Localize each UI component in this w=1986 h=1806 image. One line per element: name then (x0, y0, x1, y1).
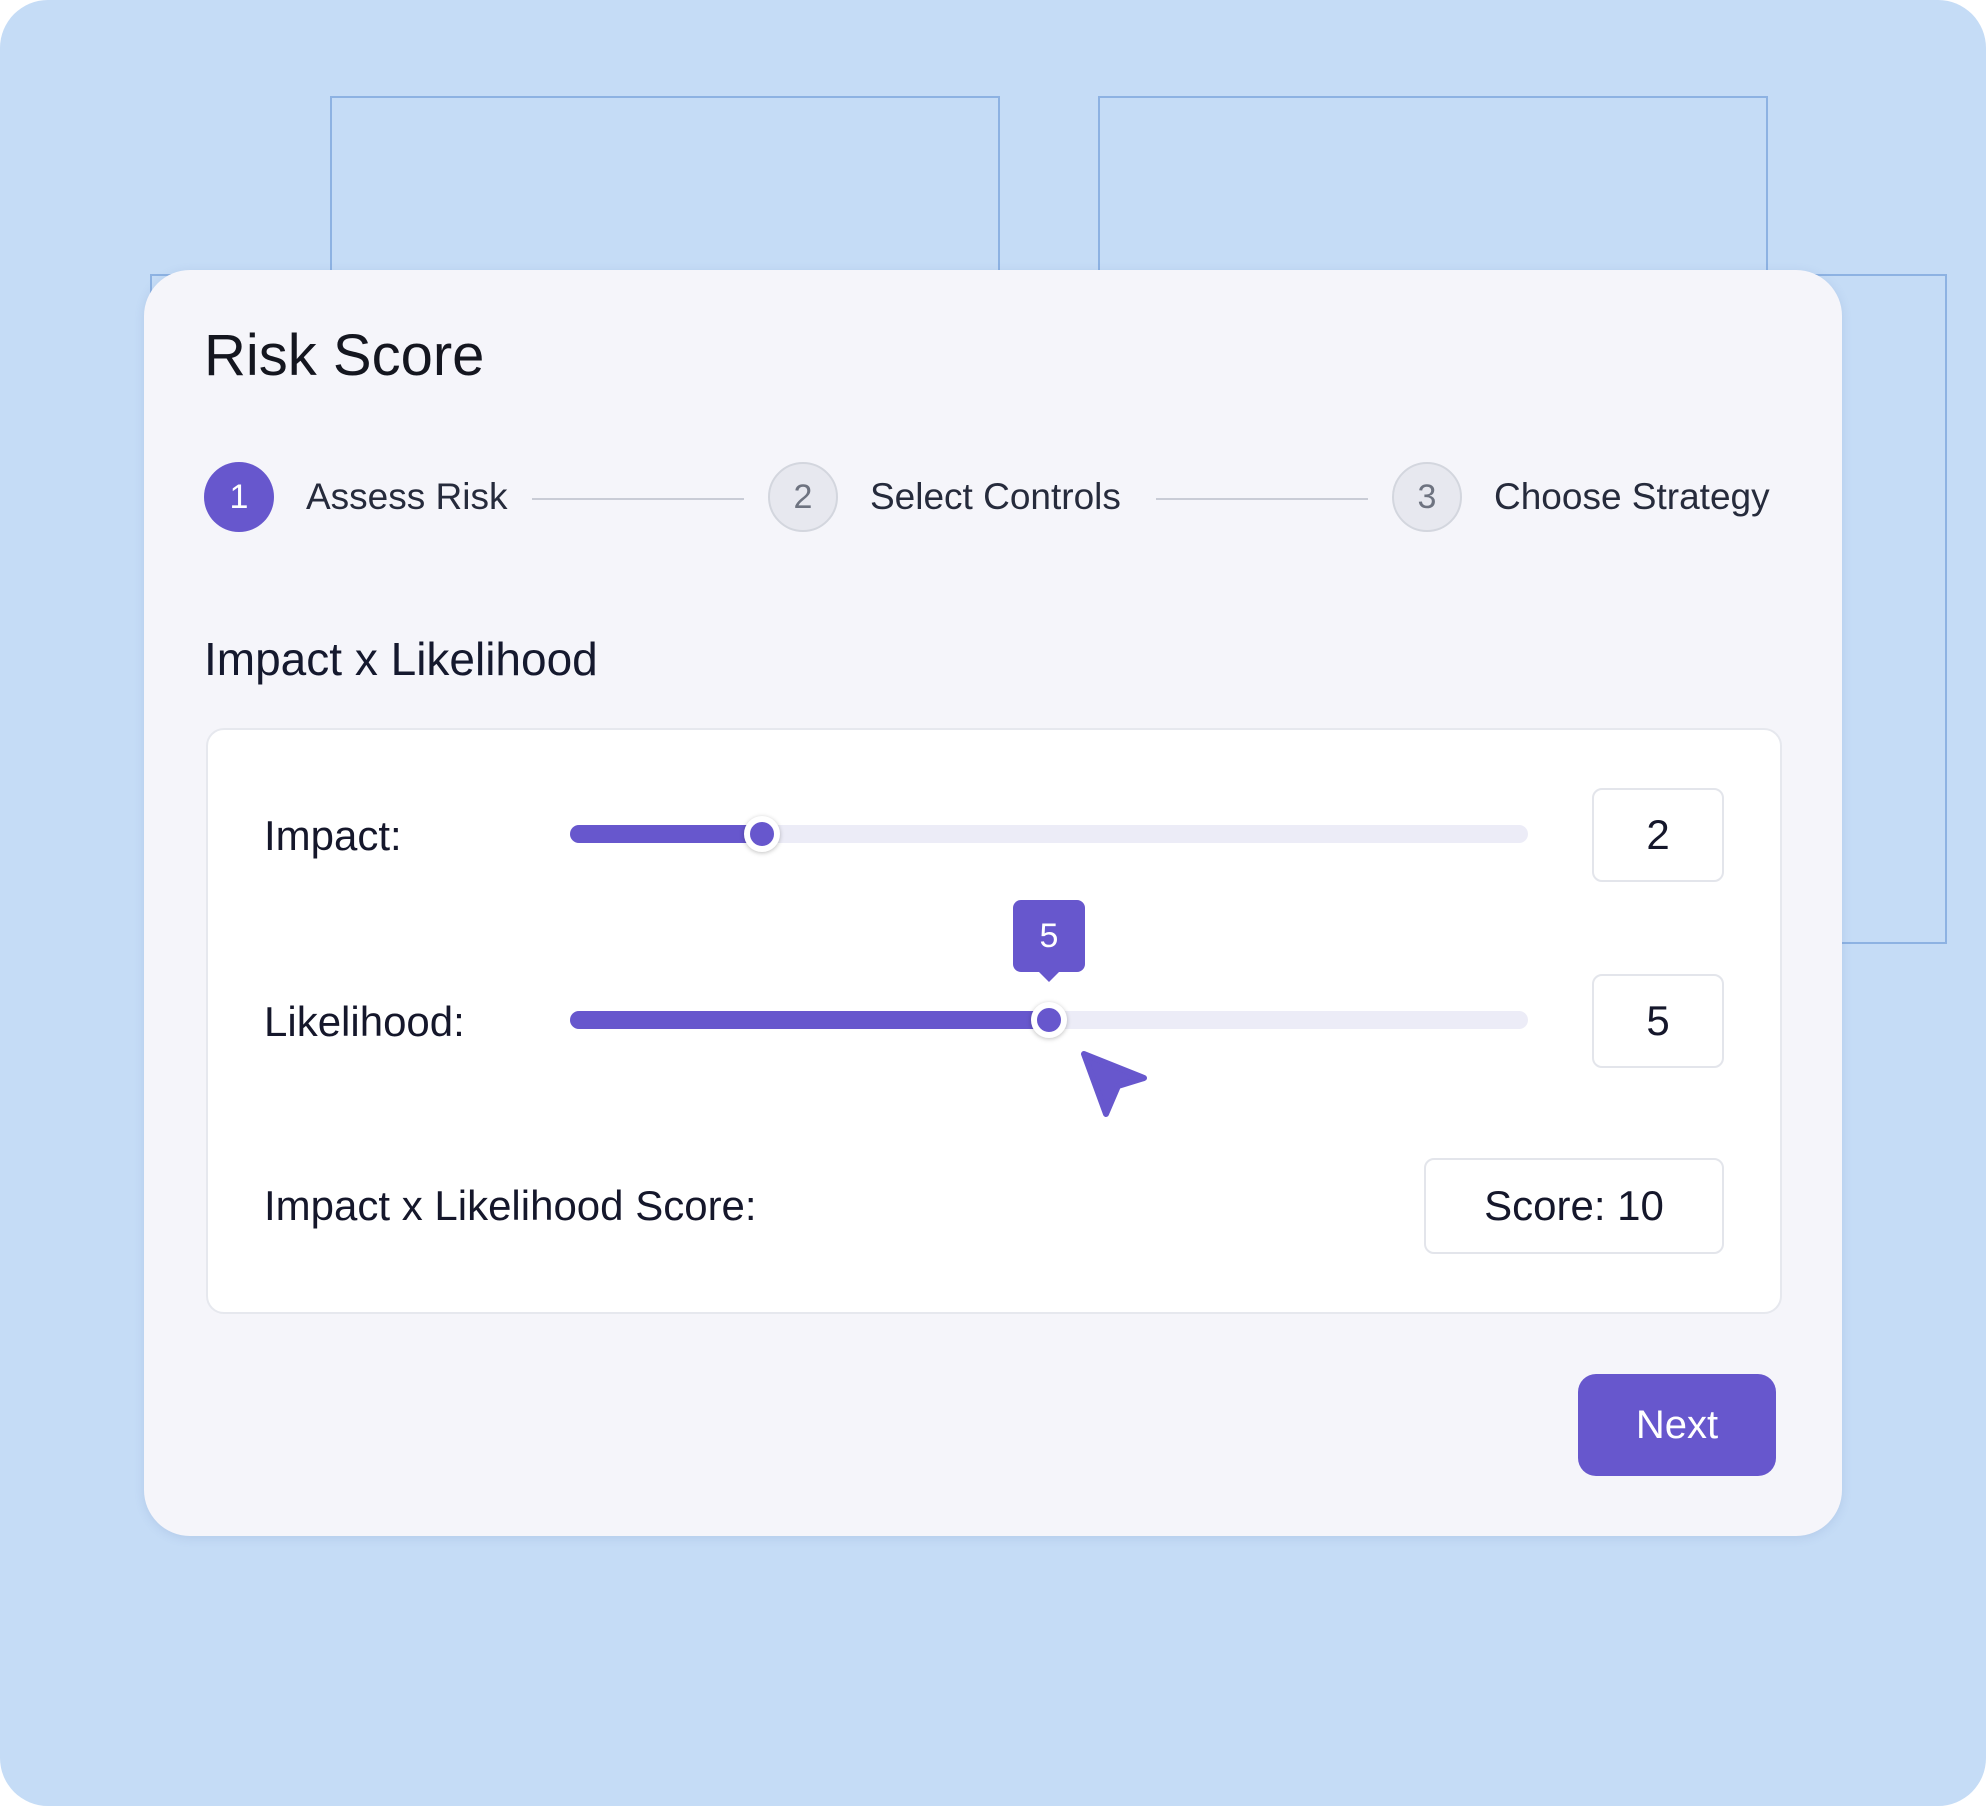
step-3-number-badge[interactable]: 3 (1392, 462, 1462, 532)
likelihood-tooltip: 5 (1013, 900, 1085, 982)
likelihood-slider-fill (570, 1011, 1049, 1029)
step-2-label[interactable]: Select Controls (870, 476, 1121, 518)
likelihood-label: Likelihood: (264, 998, 465, 1045)
likelihood-slider[interactable] (570, 1002, 1528, 1038)
step-connector (1156, 498, 1368, 500)
stepper: 1 Assess Risk 2 Select Controls 3 Choose… (204, 462, 1784, 536)
impact-value-field[interactable]: 2 (1592, 788, 1724, 882)
risk-inputs-panel: Impact: 2 5 Likelihood: 5 Impact x Likel… (206, 728, 1782, 1314)
step-2-number-badge[interactable]: 2 (768, 462, 838, 532)
section-title: Impact x Likelihood (204, 633, 598, 685)
page-title: Risk Score (204, 323, 485, 388)
step-connector (532, 498, 744, 500)
score-label: Impact x Likelihood Score: (264, 1182, 757, 1229)
likelihood-value-field[interactable]: 5 (1592, 974, 1724, 1068)
likelihood-slider-thumb[interactable] (1031, 1002, 1067, 1038)
score-display: Score: 10 (1424, 1158, 1724, 1254)
impact-slider-fill (570, 825, 762, 843)
next-button[interactable]: Next (1578, 1374, 1776, 1476)
step-3-label[interactable]: Choose Strategy (1494, 476, 1770, 518)
impact-label: Impact: (264, 812, 402, 859)
step-1-label[interactable]: Assess Risk (306, 476, 507, 518)
impact-slider[interactable] (570, 816, 1528, 852)
risk-score-card: Risk Score 1 Assess Risk 2 Select Contro… (144, 270, 1842, 1536)
impact-slider-thumb[interactable] (743, 816, 780, 852)
pointer-arrow-icon (1081, 1051, 1147, 1117)
step-1-number-badge[interactable]: 1 (204, 462, 274, 532)
canvas-background: Risk Score 1 Assess Risk 2 Select Contro… (0, 0, 1986, 1806)
